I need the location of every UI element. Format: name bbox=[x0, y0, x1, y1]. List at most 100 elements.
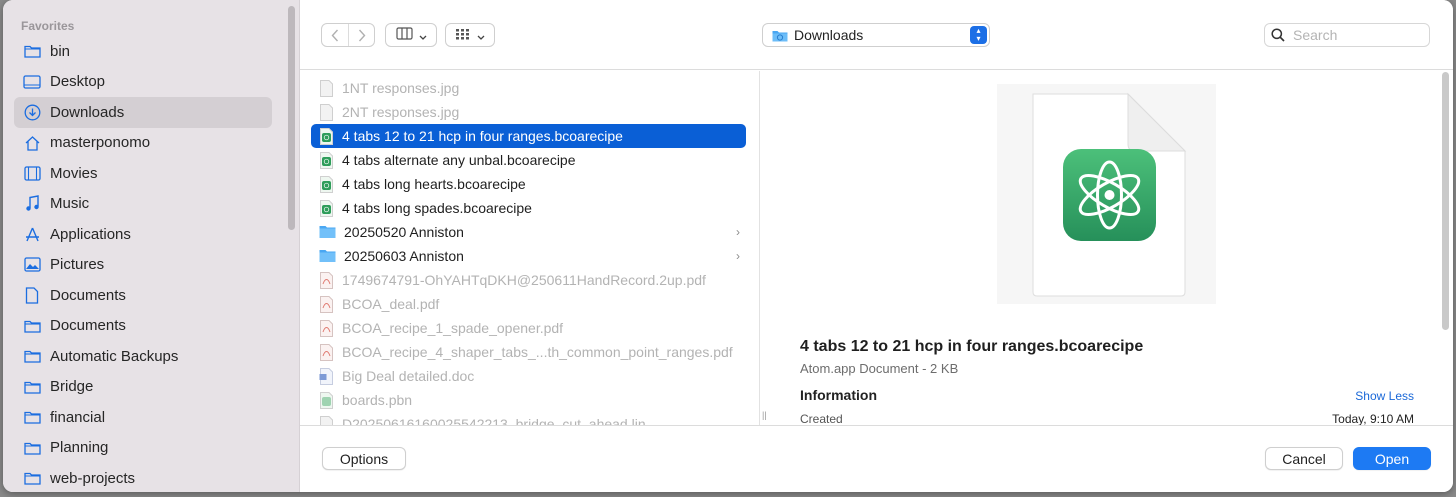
sidebar-list: bin Desktop Downloads masterponomo Movie… bbox=[14, 36, 272, 492]
sidebar-item-applications[interactable]: Applications bbox=[14, 219, 272, 250]
view-mode-button[interactable] bbox=[385, 23, 437, 47]
file-row[interactable]: BCOA_deal.pdf bbox=[311, 292, 746, 316]
downloads-folder-icon bbox=[772, 29, 788, 42]
folder-icon bbox=[23, 378, 41, 396]
open-button[interactable]: Open bbox=[1353, 447, 1431, 470]
file-name: BCOA_recipe_1_spade_opener.pdf bbox=[342, 320, 564, 336]
back-button[interactable] bbox=[322, 24, 348, 46]
preview-resize-handle[interactable]: || bbox=[762, 410, 767, 420]
sidebar-item-label: masterponomo bbox=[50, 134, 151, 152]
sidebar-item-downloads[interactable]: Downloads bbox=[14, 97, 272, 128]
columns-view-icon bbox=[395, 27, 413, 43]
favorites-header: Favorites bbox=[21, 19, 75, 33]
sidebar-item-desktop[interactable]: Desktop bbox=[14, 67, 272, 98]
photo-icon bbox=[23, 256, 41, 274]
search-input[interactable] bbox=[1293, 27, 1413, 43]
generic-file-icon bbox=[319, 103, 334, 121]
atom-file-icon bbox=[319, 199, 334, 217]
sidebar-item-label: Movies bbox=[50, 164, 98, 182]
file-name: boards.pbn bbox=[342, 392, 413, 408]
word-doc-icon bbox=[319, 367, 334, 385]
film-icon bbox=[23, 164, 41, 182]
file-name: BCOA_deal.pdf bbox=[342, 296, 440, 312]
file-row[interactable]: 4 tabs long hearts.bcoarecipe bbox=[311, 172, 746, 196]
folder-row[interactable]: 20250520 Anniston › bbox=[311, 220, 746, 244]
show-less-link[interactable]: Show Less bbox=[1355, 389, 1414, 403]
desktop-icon bbox=[23, 73, 41, 91]
folder-icon bbox=[23, 469, 41, 487]
sidebar-item-label: Pictures bbox=[50, 256, 105, 274]
file-row[interactable]: 4 tabs alternate any unbal.bcoarecipe bbox=[311, 148, 746, 172]
sidebar-item-label: Music bbox=[50, 195, 90, 213]
group-by-button[interactable] bbox=[445, 23, 495, 47]
sidebar-item-music[interactable]: Music bbox=[14, 189, 272, 220]
cancel-button[interactable]: Cancel bbox=[1265, 447, 1343, 470]
file-name: 2NT responses.jpg bbox=[342, 104, 460, 120]
folder-row[interactable]: 20250603 Anniston › bbox=[311, 244, 746, 268]
generic-file-icon bbox=[319, 79, 334, 97]
file-name: 4 tabs long hearts.bcoarecipe bbox=[342, 176, 526, 192]
folder-icon bbox=[23, 408, 41, 426]
music-note-icon bbox=[23, 195, 41, 213]
file-row[interactable]: 2NT responses.jpg bbox=[311, 100, 746, 124]
sidebar-item-movies[interactable]: Movies bbox=[14, 158, 272, 189]
file-name: 20250520 Anniston bbox=[344, 224, 464, 240]
file-list: 1NT responses.jpg 2NT responses.jpg 4 ta… bbox=[300, 71, 760, 425]
file-name: 4 tabs 12 to 21 hcp in four ranges.bcoar… bbox=[342, 128, 623, 144]
file-row[interactable]: BCOA_recipe_1_spade_opener.pdf bbox=[311, 316, 746, 340]
pdf-file-icon bbox=[319, 319, 334, 337]
folder-icon bbox=[23, 347, 41, 365]
location-stepper-icon: ▴ ▾ bbox=[970, 26, 987, 44]
pdf-file-icon bbox=[319, 295, 334, 313]
file-row-selected[interactable]: 4 tabs 12 to 21 hcp in four ranges.bcoar… bbox=[311, 124, 746, 148]
grid-icon bbox=[455, 28, 471, 43]
download-icon bbox=[23, 103, 41, 121]
forward-button[interactable] bbox=[348, 24, 374, 46]
pbn-file-icon bbox=[319, 391, 334, 409]
sidebar-item-label: Applications bbox=[50, 225, 131, 243]
file-row[interactable]: 1749674791-OhYAHTqDKH@250611HandRecord.2… bbox=[311, 268, 746, 292]
chevron-right-icon: › bbox=[736, 225, 740, 239]
file-row[interactable]: BCOA_recipe_4_shaper_tabs_...th_common_p… bbox=[311, 340, 746, 364]
sidebar-item-documents[interactable]: Documents bbox=[14, 280, 272, 311]
pdf-file-icon bbox=[319, 271, 334, 289]
open-file-dialog: Favorites bin Desktop Downloads masterpo… bbox=[3, 0, 1453, 492]
file-row[interactable]: Big Deal detailed.doc bbox=[311, 364, 746, 388]
sidebar-item-financial[interactable]: financial bbox=[14, 402, 272, 433]
preview-file-kind: Atom.app Document - 2 KB bbox=[800, 361, 959, 376]
file-name: 20250603 Anniston bbox=[344, 248, 464, 264]
sidebar-item-web-projects[interactable]: web-projects bbox=[14, 463, 272, 492]
folder-icon bbox=[23, 439, 41, 457]
folder-icon bbox=[23, 317, 41, 335]
created-value: Today, 9:10 AM bbox=[1332, 412, 1414, 425]
file-name: D20250616160025542213_bridge_cut_ahead.l… bbox=[342, 416, 646, 425]
sidebar-item-bin[interactable]: bin bbox=[14, 36, 272, 67]
file-row[interactable]: boards.pbn bbox=[311, 388, 746, 412]
sidebar-item-bridge[interactable]: Bridge bbox=[14, 372, 272, 403]
home-icon bbox=[23, 134, 41, 152]
sidebar-item-masterponomo[interactable]: masterponomo bbox=[14, 128, 272, 159]
chevron-down-icon bbox=[419, 28, 427, 43]
chevron-right-icon: › bbox=[736, 249, 740, 263]
options-button[interactable]: Options bbox=[322, 447, 406, 470]
atom-file-icon bbox=[319, 127, 334, 145]
file-row[interactable]: D20250616160025542213_bridge_cut_ahead.l… bbox=[311, 412, 746, 425]
location-popup[interactable]: Downloads ▴ ▾ bbox=[762, 23, 990, 47]
file-row[interactable]: 4 tabs long spades.bcoarecipe bbox=[311, 196, 746, 220]
sidebar-scrollbar[interactable] bbox=[288, 6, 295, 230]
sidebar-item-automatic-backups[interactable]: Automatic Backups bbox=[14, 341, 272, 372]
file-name: 4 tabs alternate any unbal.bcoarecipe bbox=[342, 152, 576, 168]
sidebar-item-label: Planning bbox=[50, 439, 109, 457]
preview-thumbnail bbox=[997, 84, 1216, 304]
file-row[interactable]: 1NT responses.jpg bbox=[311, 76, 746, 100]
preview-scrollbar[interactable] bbox=[1442, 72, 1449, 330]
sidebar-item-label: web-projects bbox=[50, 469, 136, 487]
search-field[interactable] bbox=[1264, 23, 1430, 47]
sidebar-item-planning[interactable]: Planning bbox=[14, 433, 272, 464]
atom-file-icon bbox=[319, 151, 334, 169]
sidebar-item-documents-folder[interactable]: Documents bbox=[14, 311, 272, 342]
atom-file-icon bbox=[319, 175, 334, 193]
sidebar-item-pictures[interactable]: Pictures bbox=[14, 250, 272, 281]
generic-file-icon bbox=[319, 415, 334, 425]
file-name: Big Deal detailed.doc bbox=[342, 368, 475, 384]
